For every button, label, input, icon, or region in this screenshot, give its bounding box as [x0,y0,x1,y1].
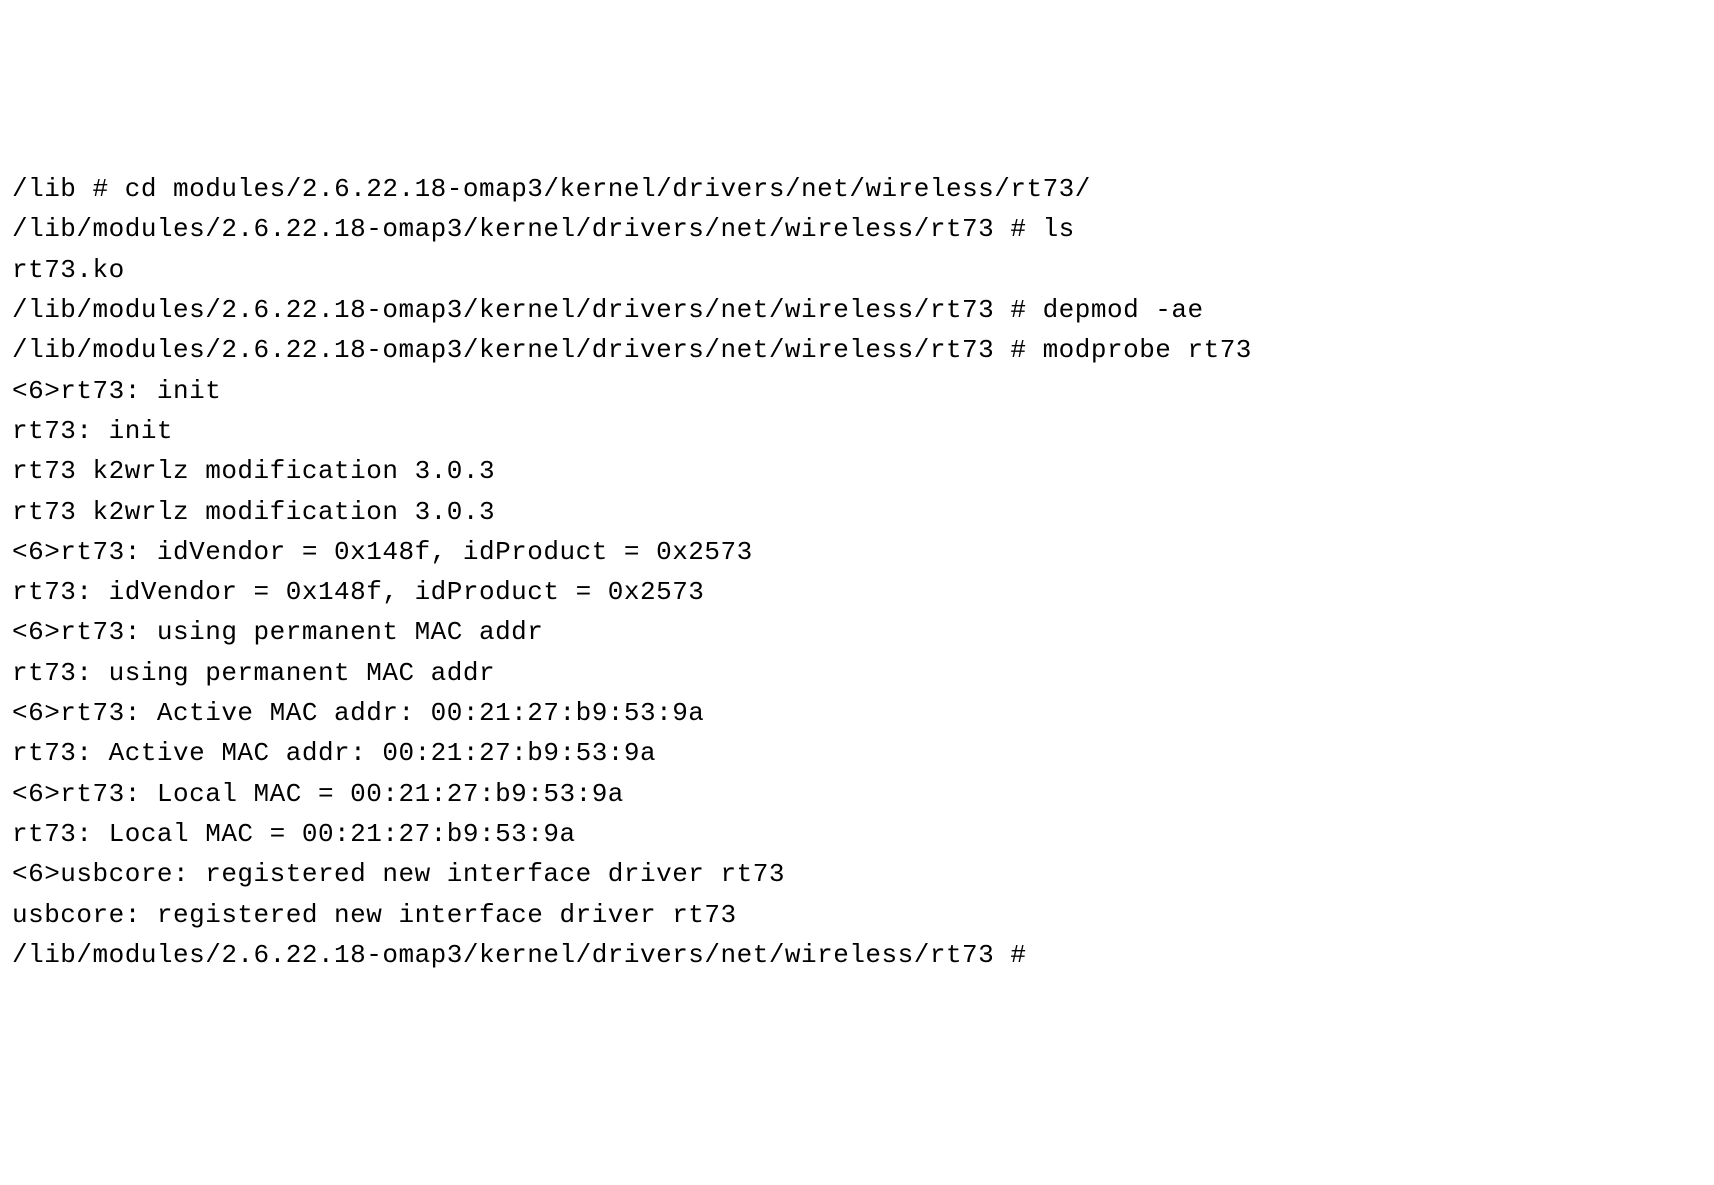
terminal-line: rt73.ko [12,250,1702,290]
output-text: <6>rt73: using permanent MAC addr [12,617,543,647]
terminal-line: <6>rt73: Local MAC = 00:21:27:b9:53:9a [12,774,1702,814]
terminal-line: rt73: init [12,411,1702,451]
output-text: <6>usbcore: registered new interface dri… [12,859,785,889]
terminal-line: <6>rt73: init [12,371,1702,411]
output-text: rt73: Active MAC addr: 00:21:27:b9:53:9a [12,738,656,768]
output-text: <6>rt73: Local MAC = 00:21:27:b9:53:9a [12,779,624,809]
output-text: <6>rt73: idVendor = 0x148f, idProduct = … [12,537,753,567]
terminal-line: rt73: using permanent MAC addr [12,653,1702,693]
output-text: rt73: Local MAC = 00:21:27:b9:53:9a [12,819,576,849]
terminal-line: rt73: Active MAC addr: 00:21:27:b9:53:9a [12,733,1702,773]
prompt-path: /lib [12,174,76,204]
output-text: usbcore: registered new interface driver… [12,900,737,930]
output-text: rt73 k2wrlz modification 3.0.3 [12,497,495,527]
prompt-path: /lib/modules/2.6.22.18-omap3/kernel/driv… [12,295,994,325]
prompt-path: /lib/modules/2.6.22.18-omap3/kernel/driv… [12,214,994,244]
command-text: depmod -ae [1043,295,1204,325]
terminal-line: rt73 k2wrlz modification 3.0.3 [12,451,1702,491]
terminal-line: <6>rt73: using permanent MAC addr [12,612,1702,652]
terminal-line: /lib/modules/2.6.22.18-omap3/kernel/driv… [12,290,1702,330]
command-text: modprobe rt73 [1043,335,1252,365]
prompt-hash: # [994,295,1042,325]
output-text: rt73: init [12,416,173,446]
terminal-line: rt73 k2wrlz modification 3.0.3 [12,492,1702,532]
terminal-line: /lib/modules/2.6.22.18-omap3/kernel/driv… [12,209,1702,249]
terminal-line: <6>rt73: idVendor = 0x148f, idProduct = … [12,532,1702,572]
prompt-hash: # [994,335,1042,365]
terminal-line: /lib/modules/2.6.22.18-omap3/kernel/driv… [12,330,1702,370]
terminal-output[interactable]: /lib # cd modules/2.6.22.18-omap3/kernel… [12,169,1702,975]
output-text: <6>rt73: Active MAC addr: 00:21:27:b9:53… [12,698,704,728]
prompt-hash: # [994,940,1042,970]
output-text: rt73.ko [12,255,125,285]
terminal-line: /lib/modules/2.6.22.18-omap3/kernel/driv… [12,935,1702,975]
output-text: rt73: using permanent MAC addr [12,658,495,688]
terminal-line: rt73: idVendor = 0x148f, idProduct = 0x2… [12,572,1702,612]
output-text: <6>rt73: init [12,376,221,406]
prompt-hash: # [994,214,1042,244]
terminal-line: <6>rt73: Active MAC addr: 00:21:27:b9:53… [12,693,1702,733]
terminal-line: rt73: Local MAC = 00:21:27:b9:53:9a [12,814,1702,854]
command-text: cd modules/2.6.22.18-omap3/kernel/driver… [125,174,1091,204]
output-text: rt73: idVendor = 0x148f, idProduct = 0x2… [12,577,704,607]
command-text: ls [1043,214,1075,244]
terminal-line: usbcore: registered new interface driver… [12,895,1702,935]
output-text: rt73 k2wrlz modification 3.0.3 [12,456,495,486]
prompt-path: /lib/modules/2.6.22.18-omap3/kernel/driv… [12,940,994,970]
terminal-line: /lib # cd modules/2.6.22.18-omap3/kernel… [12,169,1702,209]
terminal-line: <6>usbcore: registered new interface dri… [12,854,1702,894]
prompt-path: /lib/modules/2.6.22.18-omap3/kernel/driv… [12,335,994,365]
prompt-hash: # [76,174,124,204]
